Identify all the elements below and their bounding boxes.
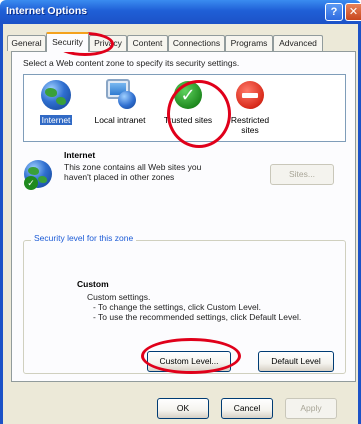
close-icon: ✕ bbox=[348, 6, 359, 18]
default-level-button[interactable]: Default Level bbox=[258, 351, 334, 372]
annotation-circle-trusted-sites bbox=[167, 80, 231, 148]
security-level-name: Custom bbox=[77, 279, 109, 289]
globe-icon bbox=[40, 79, 72, 111]
tab-content[interactable]: Content bbox=[127, 35, 168, 51]
zone-internet[interactable]: Internet bbox=[26, 79, 86, 125]
zone-instruction: Select a Web content zone to specify its… bbox=[23, 58, 240, 68]
tab-label: Advanced bbox=[279, 38, 317, 48]
apply-label: Apply bbox=[300, 403, 322, 413]
tab-programs[interactable]: Programs bbox=[225, 35, 273, 51]
selected-zone-description: This zone contains all Web sites you hav… bbox=[64, 162, 202, 182]
sites-button[interactable]: Sites... bbox=[270, 164, 334, 185]
security-level-description: Custom settings. - To change the setting… bbox=[87, 292, 301, 322]
title-bar: Internet Options ? ✕ bbox=[0, 0, 361, 24]
zone-local-intranet[interactable]: Local intranet bbox=[90, 79, 150, 125]
tab-connections[interactable]: Connections bbox=[168, 35, 225, 51]
security-level-group-title: Security level for this zone bbox=[31, 233, 137, 243]
window-title: Internet Options bbox=[6, 5, 88, 17]
annotation-circle-custom-level bbox=[141, 338, 241, 374]
restricted-stop-icon bbox=[234, 79, 266, 111]
tab-label: Content bbox=[132, 38, 163, 48]
zone-label: Local intranet bbox=[94, 115, 146, 125]
sites-button-label: Sites... bbox=[289, 169, 315, 179]
level-desc-line: - To use the recommended settings, click… bbox=[93, 312, 302, 322]
tab-label: Programs bbox=[230, 38, 268, 48]
close-button[interactable]: ✕ bbox=[345, 3, 361, 21]
selected-zone-name: Internet bbox=[64, 150, 96, 160]
tab-strip: General Security Privacy Content Connect… bbox=[7, 32, 359, 52]
cancel-button[interactable]: Cancel bbox=[221, 398, 273, 419]
zone-label: Restricted sites bbox=[230, 115, 270, 135]
default-level-label: Default Level bbox=[271, 356, 321, 366]
tab-general[interactable]: General bbox=[7, 35, 46, 51]
ok-label: OK bbox=[176, 403, 190, 413]
tab-advanced[interactable]: Advanced bbox=[273, 35, 323, 51]
tab-security[interactable]: Security bbox=[46, 32, 89, 52]
help-icon: ? bbox=[330, 6, 338, 18]
level-desc-line: - To change the settings, click Custom L… bbox=[93, 302, 262, 312]
ok-button[interactable]: OK bbox=[157, 398, 209, 419]
tab-label: Security bbox=[52, 37, 83, 47]
tab-label: Connections bbox=[172, 38, 221, 48]
help-button[interactable]: ? bbox=[325, 3, 343, 21]
zone-label: Internet bbox=[39, 115, 73, 125]
local-intranet-icon bbox=[104, 79, 136, 111]
cancel-label: Cancel bbox=[233, 403, 261, 413]
tab-label: General bbox=[11, 38, 42, 48]
zone-check-icon: ✓ bbox=[24, 176, 38, 190]
apply-button[interactable]: Apply bbox=[285, 398, 337, 419]
level-desc-line: Custom settings. bbox=[87, 292, 151, 302]
